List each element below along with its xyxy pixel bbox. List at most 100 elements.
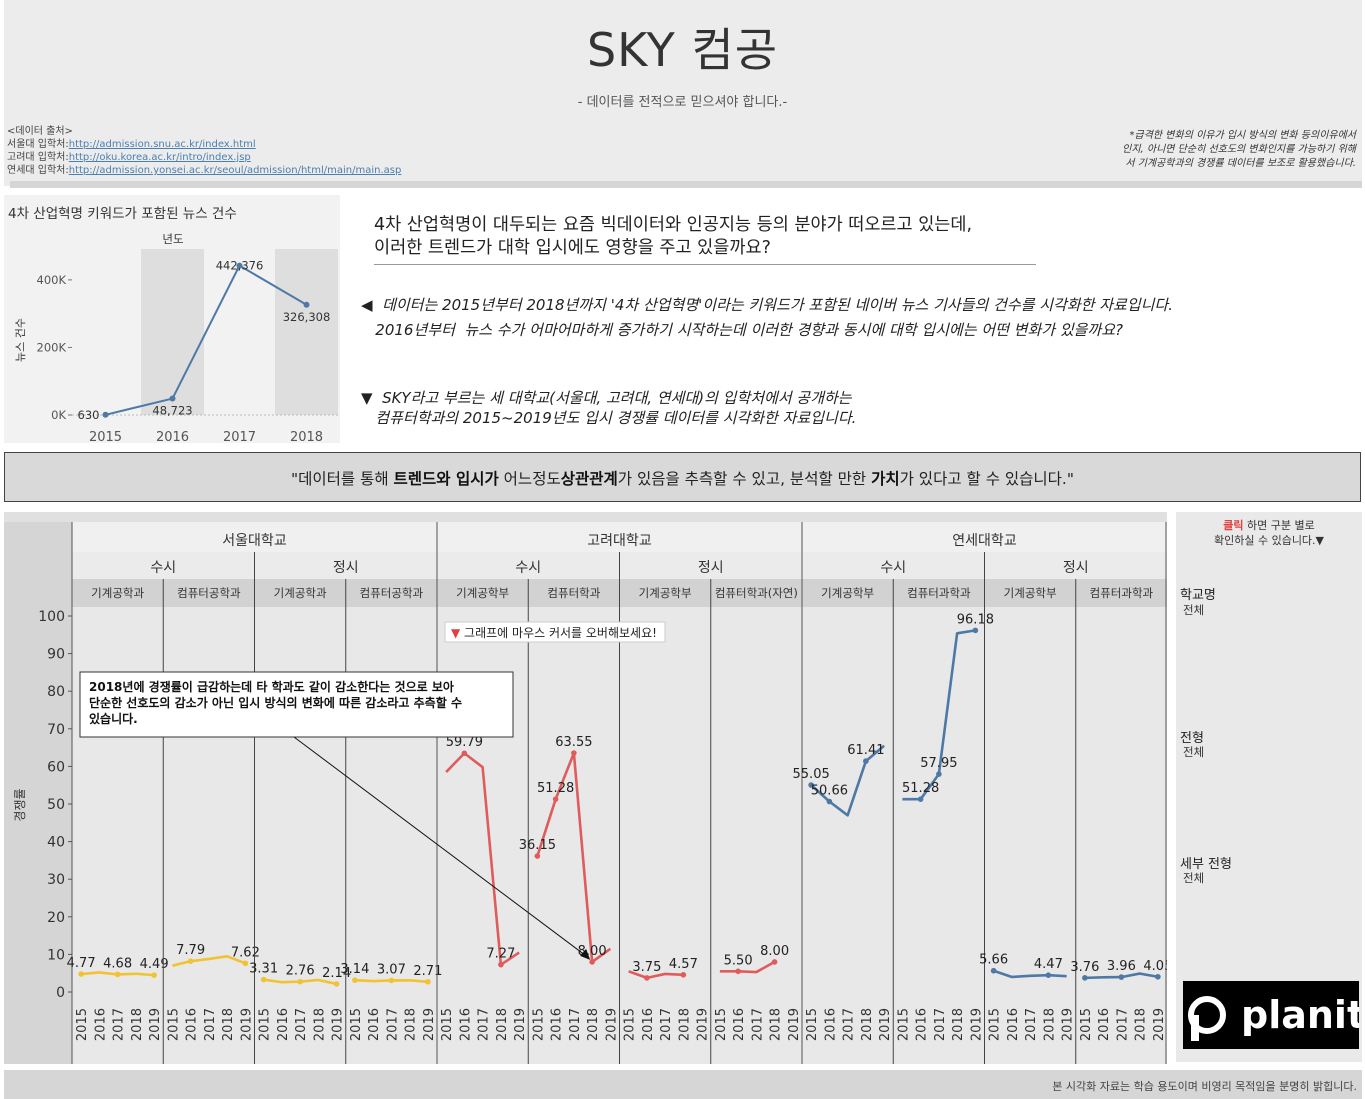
source-link-snu[interactable]: http://admission.snu.ac.kr/index.html [69, 139, 256, 150]
x-tick-label: 2016 [1006, 1008, 1021, 1041]
series-point [388, 977, 395, 984]
news-point [102, 411, 109, 418]
x-tick-label: 2019 [239, 1008, 254, 1041]
data-label: 8.00 [760, 944, 789, 959]
intro-question: 4차 산업혁명이 대두되는 요즘 빅데이터와 인공지능 등의 분야가 떠오르고 … [374, 214, 972, 260]
source-label: 고려대 입학처: [7, 152, 69, 163]
data-label: 3.07 [377, 962, 406, 977]
news-data-label: 326,308 [283, 310, 331, 324]
x-tick-label: 2018 [860, 1008, 875, 1041]
filter-subtype-dropdown[interactable]: 전체 [1183, 870, 1204, 886]
dept-header: 컴퓨터공학과 [177, 586, 241, 600]
news-x-tick-label: 2016 [156, 430, 189, 445]
series-point [644, 975, 650, 981]
data-label: 3.14 [340, 962, 369, 977]
news-x-header: 년도 [162, 232, 183, 246]
question-underline [374, 264, 1036, 265]
data-label: 2.76 [286, 964, 315, 979]
data-label: 50.66 [811, 784, 848, 799]
filter-hint-text: 확인하실 수 있습니다.▼ [1213, 534, 1325, 547]
news-y-tick-label: 0K [51, 408, 66, 422]
admission-type-header: 정시 [698, 560, 724, 576]
header-divider [10, 181, 1362, 188]
logo-text: planit [1241, 993, 1359, 1037]
university-header: 고려대학교 [587, 533, 652, 549]
x-tick-label: 2015 [623, 1008, 638, 1041]
filter-hint: 클릭 하면 구분 별로 확인하실 수 있습니다.▼ [1176, 518, 1362, 548]
x-tick-label: 2018 [951, 1008, 966, 1041]
banner-text-part: "데이터를 통해 [290, 470, 394, 488]
x-tick-label: 2017 [659, 1008, 674, 1041]
news-x-tick-label: 2015 [89, 430, 122, 445]
data-label: 61.41 [847, 743, 884, 758]
source-label: 서울대 입학처: [7, 139, 69, 150]
dept-header: 기계공학부 [456, 586, 509, 600]
series-point [114, 971, 121, 978]
filter-hint-click: 클릭 [1223, 519, 1244, 532]
series-point [534, 853, 541, 859]
data-label: 7.79 [176, 943, 205, 958]
admission-type-header: 정시 [1063, 560, 1089, 576]
series-point [863, 758, 869, 764]
filter-label-school: 학교명 [1180, 588, 1216, 603]
filter-type-dropdown[interactable]: 전체 [1183, 744, 1204, 760]
series-point [680, 972, 687, 978]
data-label: 63.55 [555, 735, 592, 750]
x-tick-label: 2019 [696, 1008, 711, 1041]
desc-line: ▼ SKY라고 부르는 세 대학교(서울대, 고려대, 연세대)의 입학처에서 … [361, 389, 852, 407]
data-label: 51.28 [537, 781, 574, 796]
planit-logo-mark: planit [1188, 993, 1365, 1041]
x-tick-label: 2018 [769, 1008, 784, 1041]
source-link-korea[interactable]: http://oku.korea.ac.kr/intro/index.jsp [69, 152, 251, 163]
question-line: 이러한 트렌드가 대학 입시에도 영향을 주고 있을까요? [374, 238, 771, 258]
x-tick-label: 2019 [1061, 1008, 1076, 1041]
x-tick-label: 2018 [586, 1008, 601, 1041]
series-point [242, 960, 249, 967]
y-axis-title: 경쟁률 [13, 788, 27, 821]
y-tick-label: 100 [38, 609, 65, 625]
x-tick-label: 2017 [112, 1008, 127, 1041]
news-x-tick-label: 2018 [290, 430, 323, 445]
y-tick-label: 10 [47, 947, 65, 963]
x-tick-label: 2019 [787, 1008, 802, 1041]
series-point [735, 968, 741, 975]
x-tick-label: 2015 [988, 1008, 1003, 1041]
university-header: 서울대학교 [222, 533, 287, 549]
series-point [425, 979, 431, 985]
note-line: 인지, 아니면 단순히 선호도의 변화인지를 가능하기 위해 [1122, 144, 1356, 155]
x-tick-label: 2016 [367, 1008, 382, 1041]
x-tick-label: 2018 [1134, 1008, 1149, 1041]
x-tick-label: 2019 [969, 1008, 984, 1041]
data-label: 4.57 [669, 957, 698, 972]
x-tick-label: 2017 [477, 1008, 492, 1041]
data-label: 5.50 [724, 953, 753, 968]
news-chart[interactable]: 년도뉴스 건수 0K 200K 400K 630 2015 48,723 2016 442,37… [4, 225, 340, 445]
series-point [771, 959, 778, 965]
news-band [275, 249, 338, 415]
news-data-label: 442,376 [216, 259, 264, 273]
data-label: 3.75 [632, 960, 661, 975]
y-tick-label: 20 [47, 910, 65, 926]
series-point [1155, 973, 1161, 980]
series-point [78, 971, 84, 977]
news-data-label: 630 [78, 408, 100, 422]
dept-header: 기계공학부 [639, 586, 692, 600]
main-chart-topbar [4, 512, 1167, 522]
x-tick-label: 2015 [440, 1008, 455, 1041]
x-tick-label: 2015 [166, 1008, 181, 1041]
data-label: 7.27 [486, 947, 515, 962]
note-line: *급격한 변화의 이유가 입시 방식의 변화 등의이유에서 [1129, 130, 1356, 141]
series-point [571, 750, 577, 756]
series-point [352, 977, 358, 983]
footer-text: 본 시각화 자료는 학습 용도이며 비영리 목적임을 분명히 밝힙니다. [1052, 1080, 1357, 1093]
competition-rate-chart[interactable]: 서울대학교수시 정시 고려대학교수시 정시 연세대학교수시 정시 0 10 20 30 40 50 60… [4, 522, 1167, 1064]
annotation-text: 단순한 선호도의 감소가 아닌 입시 방식의 변화에 따른 감소라고 추측할 수 [89, 695, 462, 710]
x-tick-label: 2017 [933, 1008, 948, 1041]
x-tick-label: 2018 [1042, 1008, 1057, 1041]
news-chart-title: 4차 산업혁명 키워드가 포함된 뉴스 건수 [8, 206, 237, 222]
dept-header: 기계공학과 [91, 586, 144, 600]
source-link-yonsei[interactable]: http://admission.yonsei.ac.kr/seoul/admi… [69, 165, 402, 176]
data-label: 4.05 [1143, 959, 1167, 974]
x-tick-label: 2019 [148, 1008, 163, 1041]
filter-school-dropdown[interactable]: 전체 [1183, 602, 1204, 618]
